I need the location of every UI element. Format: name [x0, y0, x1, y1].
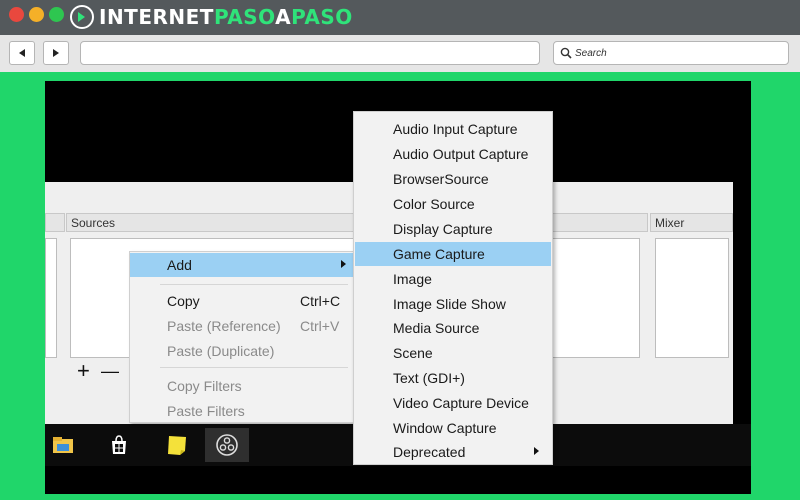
submenu-item-color-source[interactable]: Color Source [355, 192, 551, 216]
submenu-arrow-icon [341, 260, 346, 268]
file-explorer-icon[interactable] [45, 428, 85, 462]
submenu-item-media-source[interactable]: Media Source [355, 316, 551, 340]
copy-shortcut: Ctrl+C [300, 293, 341, 309]
menu-item-copy[interactable]: Copy Ctrl+C [130, 289, 356, 313]
back-button[interactable] [9, 41, 35, 65]
menu-separator [160, 284, 348, 285]
screen-bottom [45, 466, 751, 494]
submenu-item-scene[interactable]: Scene [355, 341, 551, 365]
submenu-item-text-gdi[interactable]: Text (GDI+) [355, 366, 551, 390]
submenu-item-window-capture[interactable]: Window Capture [355, 416, 551, 440]
logo-text: INTERNETPASOAPASO [99, 5, 353, 29]
menu-item-add[interactable]: Add [130, 253, 356, 277]
sticky-notes-icon[interactable] [155, 428, 199, 462]
add-source-button[interactable]: + [77, 360, 90, 382]
paste-shortcut: Ctrl+V [300, 318, 340, 334]
menu-item-paste-filters: Paste Filters [167, 403, 245, 419]
site-logo: INTERNETPASOAPASO [70, 4, 353, 30]
menu-item-copy-filters: Copy Filters [167, 378, 242, 394]
browser-titlebar: INTERNETPASOAPASO [0, 0, 800, 35]
menu-item-paste-reference: Paste (Reference) Ctrl+V [167, 318, 340, 334]
submenu-item-video-capture-device[interactable]: Video Capture Device [355, 391, 551, 415]
obs-icon[interactable] [205, 428, 249, 462]
submenu-arrow-icon [534, 447, 539, 455]
address-bar[interactable] [80, 41, 540, 65]
add-source-submenu: Audio Input Capture Audio Output Capture… [353, 111, 553, 465]
forward-arrow-icon [53, 49, 59, 57]
scenes-list[interactable] [45, 238, 57, 358]
minimize-window-button[interactable] [29, 7, 44, 22]
submenu-item-display-capture[interactable]: Display Capture [355, 217, 551, 241]
mixer-panel-header: Mixer [650, 213, 733, 232]
sources-label: Sources [71, 216, 116, 230]
mixer-area [655, 238, 729, 358]
close-window-button[interactable] [9, 7, 24, 22]
submenu-item-audio-input-capture[interactable]: Audio Input Capture [355, 117, 551, 141]
back-arrow-icon [19, 49, 25, 57]
submenu-item-deprecated[interactable]: Deprecated [355, 440, 551, 464]
submenu-item-audio-output-capture[interactable]: Audio Output Capture [355, 142, 551, 166]
source-context-menu: Add Copy Ctrl+C Paste (Reference) Ctrl+V… [129, 251, 357, 423]
remove-source-button[interactable]: — [101, 360, 119, 382]
search-icon [560, 47, 572, 59]
menu-item-paste-duplicate: Paste (Duplicate) [167, 343, 275, 359]
scenes-panel-header [45, 213, 65, 232]
forward-button[interactable] [43, 41, 69, 65]
maximize-window-button[interactable] [49, 7, 64, 22]
submenu-item-browser-source[interactable]: BrowserSource [355, 167, 551, 191]
browser-toolbar: Search [0, 35, 800, 72]
submenu-item-image-slide-show[interactable]: Image Slide Show [355, 292, 551, 316]
submenu-item-game-capture[interactable]: Game Capture [355, 242, 551, 266]
submenu-item-image[interactable]: Image [355, 267, 551, 291]
mixer-label: Mixer [655, 216, 685, 230]
search-input[interactable]: Search [553, 41, 789, 65]
logo-arrow-icon [70, 5, 94, 29]
store-icon[interactable] [97, 428, 141, 462]
menu-separator [160, 367, 348, 368]
obs-screenshot: Sources + — Mixer Add Copy Ctrl+C Paste … [45, 81, 751, 494]
search-label: Search [575, 47, 607, 59]
